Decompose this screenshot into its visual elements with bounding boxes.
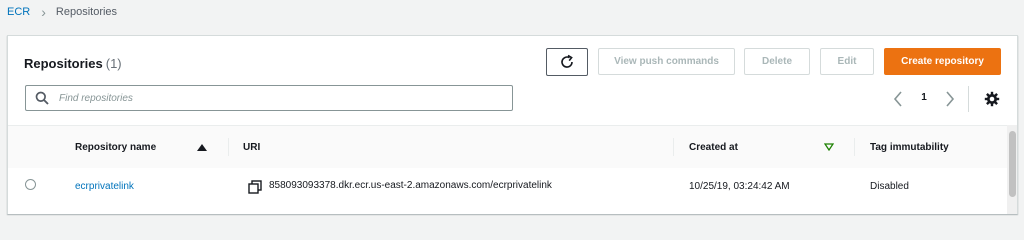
- column-separator: [228, 138, 229, 156]
- copy-icon[interactable]: [248, 180, 262, 194]
- panel-title: Repositories (1): [24, 56, 122, 71]
- tag-immutability-value: Disabled: [870, 181, 909, 192]
- column-separator: [673, 138, 674, 156]
- gear-icon: [984, 91, 1000, 107]
- pager-divider: [968, 86, 969, 112]
- table-header: Repository name URI Created at Tag immut…: [8, 125, 1007, 169]
- search-box: [25, 85, 513, 111]
- current-page-number[interactable]: 1: [918, 92, 930, 103]
- repository-name-link[interactable]: ecrprivatelink: [75, 181, 134, 192]
- breadcrumb-separator-icon: ›: [41, 4, 46, 20]
- chevron-right-icon: [946, 91, 955, 107]
- created-at-value: 10/25/19, 03:24:42 AM: [689, 181, 790, 192]
- search-input[interactable]: [57, 91, 501, 105]
- column-header-created-at[interactable]: Created at: [689, 142, 738, 153]
- chevron-left-icon: [893, 91, 902, 107]
- breadcrumb-current: Repositories: [55, 6, 118, 18]
- repository-uri: 858093093378.dkr.ecr.us-east-2.amazonaws…: [269, 180, 552, 191]
- refresh-icon: [561, 54, 573, 68]
- table-row: ecrprivatelink 858093093378.dkr.ecr.us-e…: [8, 168, 1007, 214]
- vertical-scrollbar[interactable]: [1007, 125, 1017, 214]
- sort-descending-icon[interactable]: [824, 143, 834, 151]
- view-push-commands-button[interactable]: View push commands: [598, 48, 735, 75]
- column-header-tag-immutability[interactable]: Tag immutability: [870, 142, 949, 153]
- column-separator: [854, 138, 855, 156]
- column-header-repository-name[interactable]: Repository name: [75, 142, 156, 153]
- delete-button[interactable]: Delete: [744, 48, 810, 75]
- repository-count: (1): [105, 56, 122, 71]
- previous-page-button[interactable]: [889, 89, 907, 109]
- table-settings-button[interactable]: [983, 90, 1001, 108]
- sort-ascending-icon[interactable]: [197, 144, 207, 151]
- next-page-button[interactable]: [941, 89, 959, 109]
- panel-title-text: Repositories: [24, 56, 103, 71]
- edit-button[interactable]: Edit: [820, 48, 874, 75]
- column-header-uri[interactable]: URI: [243, 142, 260, 153]
- row-select-radio[interactable]: [25, 179, 36, 190]
- repositories-panel: Repositories (1) View push commands Delet…: [7, 35, 1018, 214]
- breadcrumb-ecr-link[interactable]: ECR: [7, 6, 30, 18]
- search-icon: [35, 91, 50, 106]
- scrollbar-thumb[interactable]: [1009, 131, 1016, 197]
- breadcrumb: ECR › Repositories: [7, 4, 117, 20]
- create-repository-button[interactable]: Create repository: [884, 48, 1001, 75]
- refresh-button[interactable]: [546, 48, 588, 76]
